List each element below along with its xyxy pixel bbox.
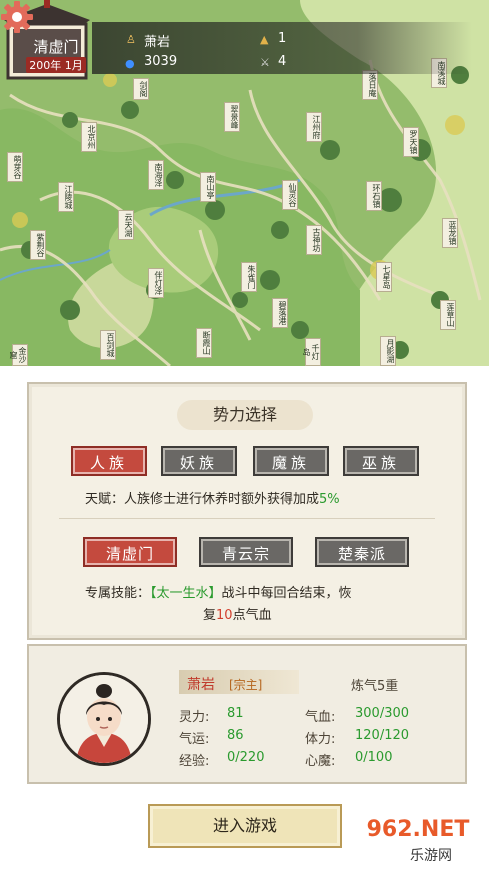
map-place-label[interactable]: 落日庵 [362, 70, 378, 100]
map-place-label[interactable]: 南海泽 [148, 160, 164, 190]
skill-description-2: 复 [203, 608, 217, 623]
settings-gear-icon[interactable] [0, 0, 34, 34]
map-place-label[interactable]: 百剑城 [100, 330, 116, 360]
map-place-label[interactable]: 伴灯泽 [148, 268, 164, 298]
panel-title: 势力选择 [177, 400, 313, 430]
stat-label-jingyan: 经验: [179, 754, 210, 769]
map-place-label[interactable]: 北京州 [81, 122, 97, 152]
map-place-label[interactable]: 碧落港 [272, 298, 288, 328]
map-place-label[interactable]: 云天湖 [118, 210, 134, 240]
stat-label-xinmo: 心魔: [305, 754, 336, 769]
talent-text: 天赋：人族修士进行休养时额外获得加成5% [85, 488, 340, 507]
map-place-label[interactable]: 剑阁 [133, 78, 149, 100]
sect-button-chuqin[interactable]: 楚秦派 [315, 537, 409, 567]
map-place-label[interactable]: 古神坊 [306, 225, 322, 255]
map-place-label[interactable]: 莲草山 [440, 300, 456, 330]
stat-label-qixue: 气血: [305, 710, 336, 725]
map-place-label[interactable]: 蓝龙镇 [442, 218, 458, 248]
race-button-devil[interactable]: 魔族 [253, 446, 329, 476]
site-watermark: 962.NET 乐游网 [350, 817, 486, 867]
stat-value-lingli: 81 [227, 706, 244, 721]
map-place-label[interactable]: 千灯岛 [302, 338, 321, 366]
character-portrait [60, 675, 148, 763]
player-name: 萧岩 [144, 35, 171, 50]
map-place-label[interactable]: 江州府 [306, 112, 322, 142]
skill-value: 10 [216, 608, 233, 623]
spirit-stone-count: 3039 [144, 54, 178, 69]
race-button-human[interactable]: 人族 [71, 446, 147, 476]
stat-value-qixue: 300/300 [355, 706, 410, 721]
skill-description-3: 点气血 [232, 608, 272, 623]
map-place-label[interactable]: 江陵城 [58, 182, 74, 212]
skill-description: 战斗中每回合结束，恢 [221, 586, 352, 601]
talent-value: 5% [319, 492, 340, 507]
stat-label-qiyun: 气运: [179, 732, 210, 747]
resource-count-2: 4 [278, 54, 287, 69]
map-place-label[interactable]: 环石镇 [366, 181, 382, 211]
stat-value-qiyun: 86 [227, 728, 244, 743]
resource-count-1: 1 [278, 31, 287, 46]
map-place-label[interactable]: 断霞山 [196, 328, 212, 358]
watermark-subtitle: 乐游网 [410, 848, 452, 864]
sword-icon: ⚔ [260, 56, 270, 69]
skill-line-1: 专属技能：【太一生水】战斗中每回合结束，恢 [85, 582, 352, 601]
stat-value-tili: 120/120 [355, 728, 410, 743]
sect-button-qingyun[interactable]: 青云宗 [199, 537, 293, 567]
stat-label-lingli: 灵力: [179, 710, 210, 725]
map-place-label[interactable]: 翠景峰 [224, 102, 240, 132]
skill-name: 【太一生水】 [150, 586, 222, 601]
spirit-stone-icon: ● [125, 57, 135, 70]
race-button-witch[interactable]: 巫族 [343, 446, 419, 476]
map-place-label[interactable]: 月影湖 [380, 336, 396, 366]
character-avatar [57, 672, 151, 766]
map-place-label[interactable]: 紫荆谷 [30, 230, 46, 260]
character-realm: 炼气5重 [351, 679, 399, 694]
character-name: 萧岩 [187, 677, 215, 693]
map-place-label[interactable]: 萌芽谷 [7, 152, 23, 182]
character-title: [宗主] [229, 678, 263, 692]
map-place-label[interactable]: 七星岛 [376, 262, 392, 292]
enter-game-button[interactable]: 进入游戏 [148, 804, 342, 848]
faction-selection-panel: 势力选择 人族 妖族 魔族 巫族 天赋：人族修士进行休养时额外获得加成5% 清虚… [27, 382, 467, 640]
skill-label: 专属技能： [85, 586, 151, 601]
sect-button-qingxu[interactable]: 清虚门 [83, 537, 177, 567]
skill-line-2: 复10点气血 [203, 604, 272, 623]
character-card: 萧岩 [宗主] 炼气5重 灵力: 81 气血: 300/300 气运: 86 体… [27, 644, 467, 784]
map-place-label[interactable]: 金沙窟 [9, 344, 28, 366]
watermark-brand: 962.NET [366, 817, 470, 842]
map-place-label[interactable]: 南山亭 [200, 172, 216, 202]
stat-value-jingyan: 0/220 [227, 750, 265, 765]
divider [59, 518, 435, 519]
sect-name: 清虚门 [33, 38, 79, 56]
stat-value-xinmo: 0/100 [355, 750, 393, 765]
map-place-label[interactable]: 仙灵谷 [282, 180, 298, 210]
map-place-label[interactable]: 罗天镇 [403, 127, 419, 157]
race-button-demon[interactable]: 妖族 [161, 446, 237, 476]
game-date: 200年 1月 [26, 57, 86, 73]
stat-label-tili: 体力: [305, 732, 336, 747]
world-map[interactable]: 剑阁 落日庵 南溪城 翠景峰 江州府 罗天镇 北京州 南海泽 萌芽谷 环石镇 江… [0, 0, 489, 366]
map-place-label[interactable]: 朱雀门 [241, 262, 257, 292]
talent-description: 天赋：人族修士进行休养时额外获得加成 [85, 492, 320, 507]
resource-icon: ▲ [260, 33, 269, 46]
person-icon: ♙ [126, 33, 136, 46]
